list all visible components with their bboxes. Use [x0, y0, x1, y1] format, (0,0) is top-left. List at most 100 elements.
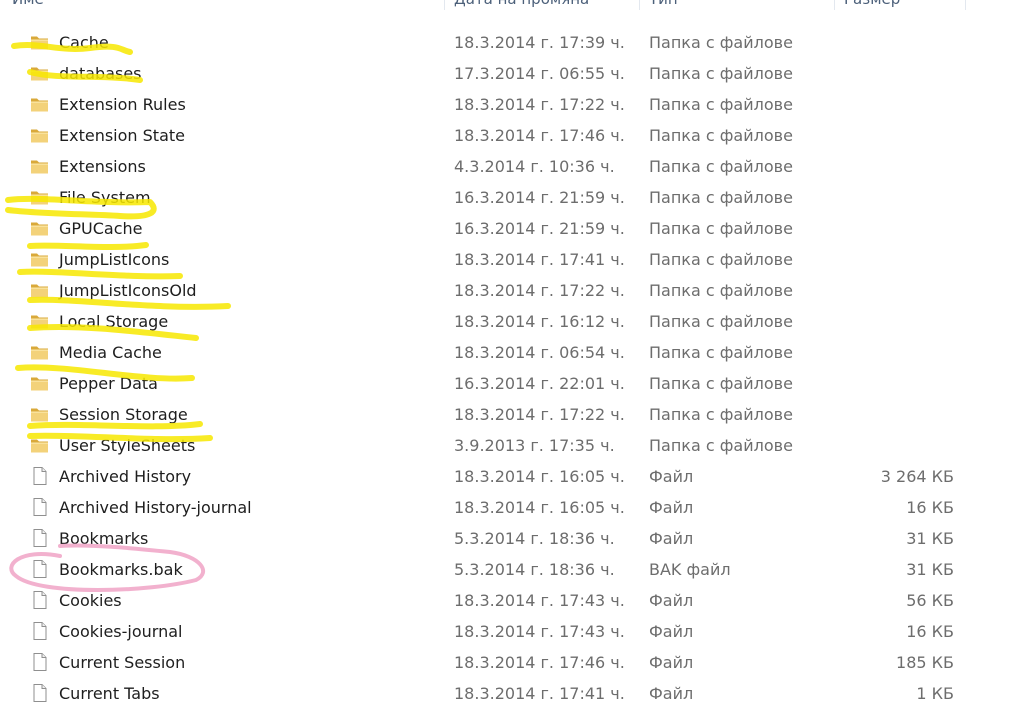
file-name: Current Tabs: [59, 684, 160, 703]
folder-icon: [30, 33, 49, 51]
file-row[interactable]: Extension Rules 18.3.2014 г. 17:22 ч. Папк…: [0, 89, 1024, 120]
file-date-modified: 18.3.2014 г. 17:22 ч.: [454, 281, 625, 300]
file-type: Файл: [649, 622, 694, 641]
folder-icon: [30, 343, 49, 361]
file-name: Cache: [59, 33, 109, 52]
file-name: Media Cache: [59, 343, 162, 362]
file-row[interactable]: GPUCache 16.3.2014 г. 21:59 ч. Папка с фай…: [0, 213, 1024, 244]
file-row[interactable]: File System 16.3.2014 г. 21:59 ч. Папка с …: [0, 182, 1024, 213]
file-row[interactable]: Archived History-journal 18.3.2014 г. 16:…: [0, 492, 1024, 523]
file-type: Папка с файлове: [649, 281, 793, 300]
file-date-modified: 18.3.2014 г. 17:22 ч.: [454, 95, 625, 114]
file-name: Cookies-journal: [59, 622, 183, 641]
file-size: 185 КБ: [896, 653, 954, 672]
file-type: Папка с файлове: [649, 343, 793, 362]
column-header: Име Дата на промяна Тип Размер: [0, 0, 1024, 10]
column-header-size[interactable]: Размер: [844, 0, 900, 10]
file-row[interactable]: Media Cache 18.3.2014 г. 06:54 ч. Папка с …: [0, 337, 1024, 368]
column-divider[interactable]: [834, 0, 835, 10]
file-row[interactable]: databases 17.3.2014 г. 06:55 ч. Папка с фа…: [0, 58, 1024, 89]
file-name: User StyleSheets: [59, 436, 196, 455]
file-size: 16 КБ: [906, 622, 954, 641]
folder-icon: [30, 405, 49, 423]
file-size: 31 КБ: [906, 560, 954, 579]
column-header-name[interactable]: Име: [12, 0, 44, 10]
file-date-modified: 18.3.2014 г. 17:22 ч.: [454, 405, 625, 424]
file-type: Файл: [649, 498, 694, 517]
file-type: Файл: [649, 684, 694, 703]
folder-icon: [30, 436, 49, 454]
file-name: JumpListIcons: [59, 250, 170, 269]
file-date-modified: 18.3.2014 г. 06:54 ч.: [454, 343, 625, 362]
folder-icon: [30, 281, 49, 299]
file-type: Папка с файлове: [649, 250, 793, 269]
file-name: GPUCache: [59, 219, 143, 238]
folder-icon: [30, 219, 49, 237]
file-type: Файл: [649, 591, 694, 610]
file-name: Extension Rules: [59, 95, 186, 114]
file-list: Cache 18.3.2014 г. 17:39 ч. Папка с файлов…: [0, 27, 1024, 709]
file-row[interactable]: Pepper Data 16.3.2014 г. 22:01 ч. Папка с …: [0, 368, 1024, 399]
file-size: 31 КБ: [906, 529, 954, 548]
file-name: JumpListIconsOld: [59, 281, 197, 300]
folder-icon: [30, 374, 49, 392]
column-divider[interactable]: [965, 0, 966, 10]
file-date-modified: 18.3.2014 г. 17:41 ч.: [454, 684, 625, 703]
file-row[interactable]: Archived History 18.3.2014 г. 16:05 ч. Фай…: [0, 461, 1024, 492]
file-name: Archived History: [59, 467, 192, 486]
file-row[interactable]: Cookies 18.3.2014 г. 17:43 ч. Файл 56 КБ: [0, 585, 1024, 616]
folder-icon: [30, 64, 49, 82]
file-name: Bookmarks.bak: [59, 560, 183, 579]
file-date-modified: 18.3.2014 г. 16:05 ч.: [454, 498, 625, 517]
file-date-modified: 5.3.2014 г. 18:36 ч.: [454, 529, 615, 548]
file-date-modified: 16.3.2014 г. 21:59 ч.: [454, 188, 625, 207]
file-row[interactable]: Current Session 18.3.2014 г. 17:46 ч. Файл…: [0, 647, 1024, 678]
column-header-type[interactable]: Тип: [649, 0, 678, 10]
file-name: Session Storage: [59, 405, 188, 424]
column-divider[interactable]: [639, 0, 640, 10]
file-name: File System: [59, 188, 151, 207]
file-date-modified: 3.9.2013 г. 17:35 ч.: [454, 436, 615, 455]
file-row[interactable]: JumpListIcons 18.3.2014 г. 17:41 ч. Папка …: [0, 244, 1024, 275]
folder-icon: [30, 188, 49, 206]
file-date-modified: 18.3.2014 г. 16:05 ч.: [454, 467, 625, 486]
file-row[interactable]: Cache 18.3.2014 г. 17:39 ч. Папка с файлов…: [0, 27, 1024, 58]
file-icon: [30, 498, 49, 516]
file-type: Файл: [649, 467, 694, 486]
file-row[interactable]: Extensions 4.3.2014 г. 10:36 ч. Папка с фа…: [0, 151, 1024, 182]
file-icon: [30, 560, 49, 578]
file-type: Папка с файлове: [649, 312, 793, 331]
file-row[interactable]: Local Storage 18.3.2014 г. 16:12 ч. Папка …: [0, 306, 1024, 337]
column-divider[interactable]: [444, 0, 445, 10]
file-icon: [30, 684, 49, 702]
file-type: Папка с файлове: [649, 95, 793, 114]
file-name: Extensions: [59, 157, 146, 176]
file-type: Папка с файлове: [649, 374, 793, 393]
file-date-modified: 16.3.2014 г. 21:59 ч.: [454, 219, 625, 238]
file-icon: [30, 529, 49, 547]
file-date-modified: 18.3.2014 г. 17:46 ч.: [454, 653, 625, 672]
folder-icon: [30, 250, 49, 268]
file-date-modified: 18.3.2014 г. 17:43 ч.: [454, 591, 625, 610]
file-row[interactable]: Bookmarks 5.3.2014 г. 18:36 ч. Файл 31 КБ: [0, 523, 1024, 554]
file-row[interactable]: User StyleSheets 3.9.2013 г. 17:35 ч. Папк…: [0, 430, 1024, 461]
file-row[interactable]: Current Tabs 18.3.2014 г. 17:41 ч. Файл 1 К…: [0, 678, 1024, 709]
folder-icon: [30, 95, 49, 113]
file-type: Папка с файлове: [649, 157, 793, 176]
file-date-modified: 16.3.2014 г. 22:01 ч.: [454, 374, 625, 393]
file-date-modified: 18.3.2014 г. 17:43 ч.: [454, 622, 625, 641]
file-row[interactable]: Extension State 18.3.2014 г. 17:46 ч. Папк…: [0, 120, 1024, 151]
folder-icon: [30, 157, 49, 175]
file-row[interactable]: JumpListIconsOld 18.3.2014 г. 17:22 ч. Пап…: [0, 275, 1024, 306]
file-type: Папка с файлове: [649, 188, 793, 207]
file-row[interactable]: Session Storage 18.3.2014 г. 17:22 ч. Папк…: [0, 399, 1024, 430]
file-row[interactable]: Bookmarks.bak 5.3.2014 г. 18:36 ч. BAK фай…: [0, 554, 1024, 585]
file-row[interactable]: Cookies-journal 18.3.2014 г. 17:43 ч. Файл…: [0, 616, 1024, 647]
column-header-date[interactable]: Дата на промяна: [454, 0, 589, 10]
file-name: databases: [59, 64, 142, 83]
file-name: Archived History-journal: [59, 498, 252, 517]
file-size: 56 КБ: [906, 591, 954, 610]
file-icon: [30, 653, 49, 671]
file-name: Local Storage: [59, 312, 169, 331]
folder-icon: [30, 312, 49, 330]
